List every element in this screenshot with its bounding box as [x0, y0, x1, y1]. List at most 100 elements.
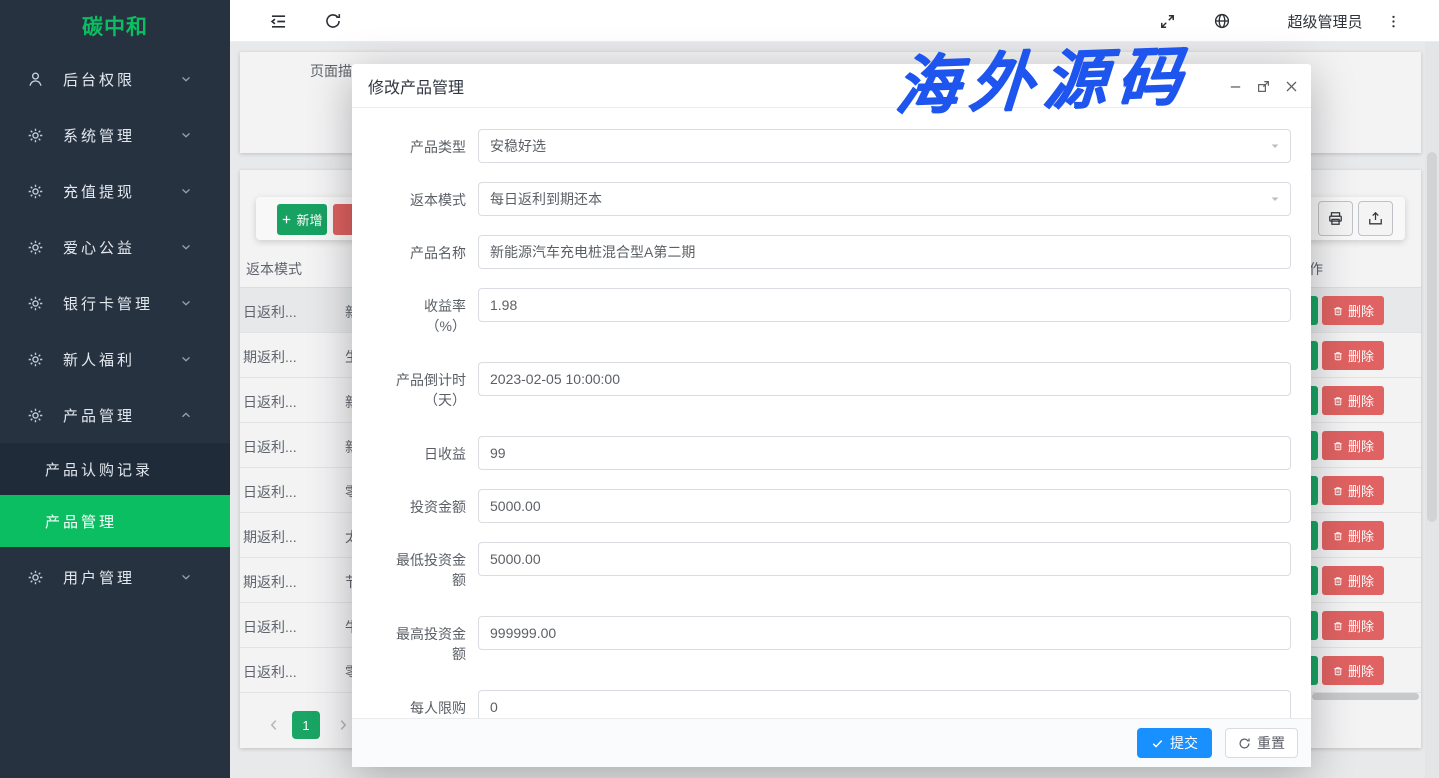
invest-amount-input[interactable]	[478, 489, 1291, 523]
gear-icon	[27, 407, 44, 424]
delete-button-label: 删除	[1348, 571, 1374, 590]
sidebar-item-product-management[interactable]: 产品管理	[0, 387, 230, 443]
plus-icon	[281, 214, 292, 225]
delete-button-label: 删除	[1348, 526, 1374, 545]
kebab-menu-icon[interactable]	[1375, 0, 1411, 42]
delete-button-label: 删除	[1348, 436, 1374, 455]
sidebar-item-label: 产品管理	[63, 405, 179, 426]
product-type-select[interactable]: 安稳好选	[478, 129, 1291, 163]
delete-button-label: 删除	[1348, 391, 1374, 410]
pagination-prev-icon[interactable]	[264, 711, 284, 739]
delete-button-label: 删除	[1348, 661, 1374, 680]
delete-button[interactable]: 删除	[1322, 296, 1384, 325]
sidebar-item-charity[interactable]: 爱心公益	[0, 219, 230, 275]
submenu-item-purchase-records[interactable]: 产品认购记录	[0, 443, 230, 495]
sidebar-item-newcomer-benefits[interactable]: 新人福利	[0, 331, 230, 387]
trash-icon	[1332, 530, 1344, 542]
submenu-item-product-management-active[interactable]: 产品管理	[0, 495, 230, 547]
maximize-icon[interactable]	[1251, 64, 1275, 108]
field-label: 收益率 （%）	[370, 288, 466, 336]
sidebar-item-label: 用户管理	[63, 567, 179, 588]
sidebar-item-label: 充值提现	[63, 181, 179, 202]
chevron-down-icon	[179, 72, 193, 86]
sidebar-item-label: 后台权限	[63, 69, 179, 90]
user-menu[interactable]: 超级管理员	[1270, 0, 1380, 42]
select-value: 安稳好选	[490, 136, 546, 156]
sidebar-item-recharge-withdraw[interactable]: 充值提现	[0, 163, 230, 219]
chevron-down-icon	[179, 128, 193, 142]
pagination-page-current[interactable]: 1	[292, 711, 320, 739]
page-scrollbar-thumb[interactable]	[1427, 152, 1437, 522]
delete-button[interactable]: 删除	[1322, 611, 1384, 640]
close-icon[interactable]	[1279, 64, 1303, 108]
sidebar: 碳中和 后台权限 系统管理 充值提现 爱心公益 银行卡管理 新	[0, 0, 230, 778]
gear-icon	[27, 295, 44, 312]
export-icon[interactable]	[1358, 201, 1393, 236]
dialog-form: 产品类型 安稳好选 返本模式 每日返利到期还本 产品名称 收益率 （%） 产品倒…	[352, 108, 1311, 718]
rate-input[interactable]	[478, 288, 1291, 322]
menu-collapse-icon[interactable]	[260, 0, 296, 42]
column-header-payback-mode: 返本模式	[246, 255, 302, 283]
max-invest-input[interactable]	[478, 616, 1291, 650]
dialog-title: 修改产品管理	[368, 64, 464, 108]
purchase-limit-input[interactable]	[478, 690, 1291, 718]
daily-income-input[interactable]	[478, 436, 1291, 470]
printer-icon[interactable]	[1318, 201, 1353, 236]
submit-button[interactable]: 提交	[1137, 728, 1212, 758]
trash-icon	[1332, 485, 1344, 497]
delete-button[interactable]: 删除	[1322, 341, 1384, 370]
pagination-next-icon[interactable]	[333, 711, 353, 739]
check-icon	[1151, 737, 1164, 750]
min-invest-input[interactable]	[478, 542, 1291, 576]
field-label: 产品类型	[370, 129, 466, 163]
reset-button[interactable]: 重置	[1225, 728, 1298, 758]
delete-button[interactable]: 删除	[1322, 521, 1384, 550]
delete-button-label: 删除	[1348, 301, 1374, 320]
cell-payback-mode: 期返利...	[243, 572, 297, 592]
cell-payback-mode: 日返利...	[243, 662, 297, 682]
chevron-down-icon	[179, 240, 193, 254]
sidebar-item-backend-permissions[interactable]: 后台权限	[0, 51, 230, 107]
submit-button-label: 提交	[1170, 733, 1198, 753]
cell-payback-mode: 日返利...	[243, 617, 297, 637]
dialog-header: 修改产品管理	[352, 64, 1311, 108]
topbar: 超级管理员	[230, 0, 1439, 42]
delete-button-label: 删除	[1348, 481, 1374, 500]
field-label: 最低投资金 额	[370, 542, 466, 590]
app-logo: 碳中和	[0, 0, 230, 52]
caret-down-icon	[1269, 193, 1281, 205]
field-label: 日收益	[370, 436, 466, 470]
field-label: 投资金额	[370, 489, 466, 523]
cell-payback-mode: 期返利...	[243, 347, 297, 367]
countdown-input[interactable]	[478, 362, 1291, 396]
trash-icon	[1332, 395, 1344, 407]
gear-icon	[27, 569, 44, 586]
sidebar-item-bank-card[interactable]: 银行卡管理	[0, 275, 230, 331]
delete-button-label: 删除	[1348, 616, 1374, 635]
edit-product-dialog: 修改产品管理 产品类型 安稳好选 返本模式 每日返利到期还本 产品名称	[352, 64, 1311, 767]
minimize-icon[interactable]	[1223, 64, 1247, 108]
cell-payback-mode: 日返利...	[243, 302, 297, 322]
globe-icon[interactable]	[1204, 0, 1240, 42]
horizontal-scrollbar[interactable]	[1312, 693, 1419, 700]
delete-button[interactable]: 删除	[1322, 386, 1384, 415]
product-name-input[interactable]	[478, 235, 1291, 269]
chevron-up-icon	[179, 408, 193, 422]
cell-payback-mode: 日返利...	[243, 392, 297, 412]
sidebar-item-user-management[interactable]: 用户管理	[0, 549, 230, 605]
sidebar-submenu: 产品认购记录 产品管理	[0, 443, 230, 547]
delete-button[interactable]: 删除	[1322, 566, 1384, 595]
field-label: 每人限购 （份）	[370, 690, 466, 718]
add-button[interactable]: 新增	[277, 204, 327, 235]
trash-icon	[1332, 575, 1344, 587]
payback-mode-select[interactable]: 每日返利到期还本	[478, 182, 1291, 216]
delete-button[interactable]: 删除	[1322, 476, 1384, 505]
refresh-icon[interactable]	[315, 0, 351, 42]
cell-payback-mode: 日返利...	[243, 482, 297, 502]
fullscreen-icon[interactable]	[1149, 0, 1185, 42]
page-scrollbar-track	[1425, 42, 1439, 778]
delete-button[interactable]: 删除	[1322, 656, 1384, 685]
sidebar-item-system-management[interactable]: 系统管理	[0, 107, 230, 163]
trash-icon	[1332, 350, 1344, 362]
delete-button[interactable]: 删除	[1322, 431, 1384, 460]
